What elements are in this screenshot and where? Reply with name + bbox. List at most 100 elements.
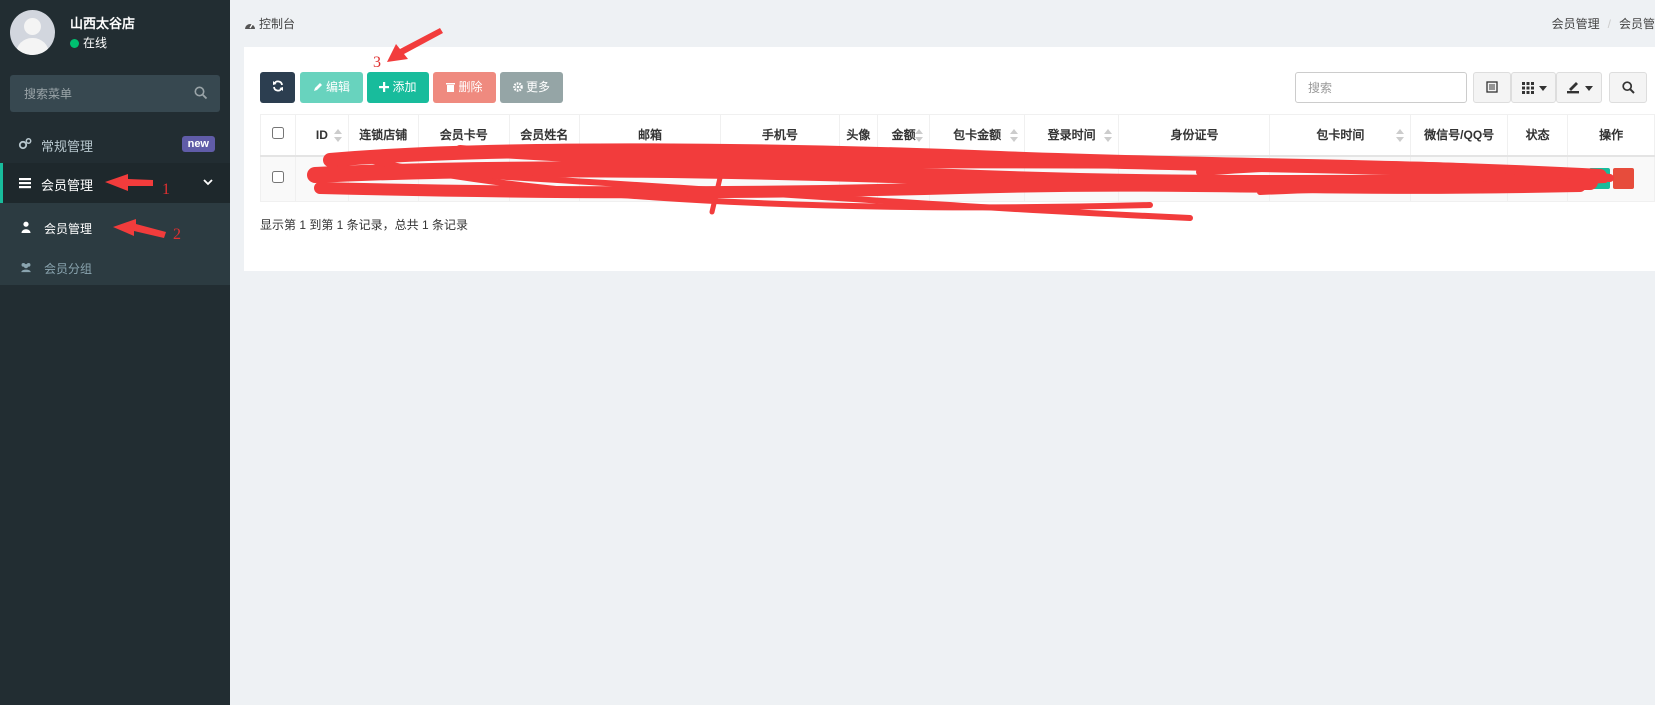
table-cell [719,155,840,202]
dashboard-icon [245,23,255,29]
col-header-card-amount[interactable]: 包卡金额 [929,114,1025,157]
select-all-cell [259,114,297,157]
sidebar-search [10,75,220,112]
chevron-down-icon [203,179,213,186]
table-cell [1118,155,1271,202]
export-icon [1567,82,1579,94]
col-header-label: 会员姓名 [520,128,569,143]
row-edit-button[interactable] [1588,168,1610,190]
col-header-shop: 连锁店铺 [347,114,420,157]
content-header: 控制台 会员管理 / 会员管 [230,0,1655,45]
row-actions-cell [1567,155,1655,202]
table-cell [876,155,931,202]
col-header-label: 会员卡号 [439,128,488,143]
advanced-search-button[interactable] [1609,72,1647,103]
select-all-checkbox[interactable] [272,127,285,140]
table-header-row: ID 连锁店铺 会员卡号 会员姓名 邮箱 手机号 头像 金额 包卡金额 登录时间… [259,114,1655,157]
breadcrumb-item[interactable]: 会员管 [1619,17,1655,31]
edit-button[interactable]: 编辑 [300,72,363,103]
add-button-label: 添加 [392,80,417,94]
table-search-input[interactable] [1295,72,1467,103]
list-icon [19,178,31,189]
new-badge: new [181,136,215,152]
table-cell [1410,155,1508,202]
table-cell [1023,155,1120,202]
user-icon [21,221,31,233]
row-delete-button[interactable] [1612,168,1634,190]
sidebar: 山西太谷店 在线 常规管理 new 会员管理 会员管理 会员分组 [0,0,230,705]
pencil-icon [313,83,322,91]
table-cell [1269,155,1412,202]
sidebar-item-label: 常规管理 [41,139,94,154]
breadcrumb: 会员管理 / 会员管 [1551,17,1655,31]
breadcrumb-item[interactable]: 会员管理 [1552,17,1600,31]
row-checkbox[interactable] [272,171,285,184]
page-title: 控制台 [244,15,295,32]
page-title-label: 控制台 [259,17,296,31]
caret-down-icon [1585,86,1593,91]
table-cell [1506,155,1569,202]
more-button[interactable]: 更多 [500,72,563,103]
delete-button[interactable]: 删除 [433,72,496,103]
card-view-icon [1486,81,1498,93]
sidebar-item-member-group[interactable]: 会员分组 [0,247,230,287]
col-header-status: 状态 [1506,114,1569,157]
col-header-label: 登录时间 [1047,128,1096,143]
col-header-mobile: 手机号 [719,114,840,157]
table-cell [508,155,581,202]
user-status: 在线 [70,34,107,51]
col-header-id[interactable]: ID [295,114,349,157]
col-header-card-no: 会员卡号 [418,114,510,157]
col-header-label: 手机号 [761,128,798,143]
table-cell [347,155,420,202]
caret-down-icon [1539,86,1547,91]
col-header-amount[interactable]: 金额 [876,114,931,157]
sort-icon [1009,129,1018,142]
export-button[interactable] [1556,72,1602,103]
col-header-label: 邮箱 [637,128,662,143]
sidebar-subitem-label: 会员分组 [44,262,93,276]
table-cell [579,155,721,202]
col-header-label: 微信号/QQ号 [1424,128,1495,143]
pagination-info: 显示第 1 到第 1 条记录，总共 1 条记录 [260,218,469,232]
col-header-avatar: 头像 [838,114,878,157]
col-header-card-time[interactable]: 包卡时间 [1269,114,1412,157]
columns-button[interactable] [1511,72,1556,103]
annotation-number-3: 3 [373,54,381,71]
sort-icon [1104,129,1113,142]
table-row[interactable] [259,155,1655,202]
user-status-label: 在线 [83,36,108,50]
row-select-cell [259,155,297,202]
edit-button-label: 编辑 [325,80,350,94]
annotation-number-2: 2 [173,226,181,243]
table-cell [929,155,1025,202]
toggle-view-button[interactable] [1473,72,1511,103]
col-header-login-time[interactable]: 登录时间 [1023,114,1120,157]
col-header-label: ID [315,127,328,142]
search-icon[interactable] [194,86,208,100]
submenu-members: 会员管理 会员分组 [0,203,230,285]
table-cell [418,155,510,202]
delete-button-label: 删除 [458,80,483,94]
grid-icon [1522,82,1534,94]
col-header-email: 邮箱 [579,114,721,157]
main-panel: 编辑 添加 删除 更多 ID 连锁店铺 会员卡号 会员姓名 邮箱 手机号 头 [244,47,1655,271]
sidebar-item-general[interactable]: 常规管理 new [0,124,230,164]
trash-icon [446,83,456,92]
sidebar-item-member-manage[interactable]: 会员管理 [0,207,230,247]
sidebar-item-members[interactable]: 会员管理 [0,163,230,203]
online-dot-icon [70,39,79,48]
refresh-button[interactable] [260,72,295,103]
plus-icon [379,82,390,92]
col-header-actions: 操作 [1567,114,1655,157]
table-cell [295,155,349,202]
col-header-label: 状态 [1525,128,1550,143]
gear-icon [513,82,523,92]
avatar [10,10,55,55]
user-name: 山西太谷店 [70,16,136,31]
add-button[interactable]: 添加 [367,72,429,103]
sort-icon [915,129,924,142]
col-header-wechat-qq: 微信号/QQ号 [1410,114,1508,157]
col-header-id-number: 身份证号 [1118,114,1271,157]
menu-search-input[interactable] [10,75,190,112]
